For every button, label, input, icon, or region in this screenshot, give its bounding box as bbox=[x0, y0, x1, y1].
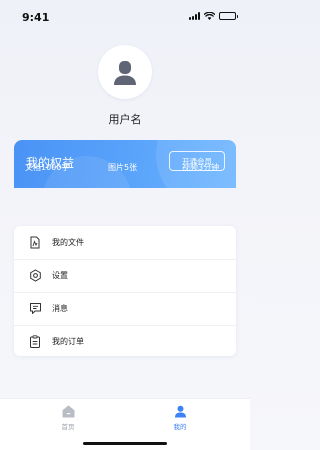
tab-profile[interactable]: 我的 bbox=[160, 405, 200, 437]
status-icons bbox=[189, 12, 238, 20]
menu-item-label: 设置 bbox=[52, 271, 68, 280]
home-icon bbox=[62, 405, 74, 418]
battery-icon bbox=[219, 12, 238, 20]
tab-profile-label: 我的 bbox=[173, 423, 187, 431]
message-icon bbox=[28, 302, 42, 316]
avatar[interactable] bbox=[98, 45, 152, 99]
order-icon bbox=[28, 335, 42, 349]
cellular-signal-icon bbox=[189, 12, 200, 20]
wifi-icon bbox=[204, 12, 215, 20]
user-silhouette-icon bbox=[114, 61, 136, 85]
tab-home[interactable]: 首页 bbox=[48, 405, 88, 437]
menu-item-label: 我的文件 bbox=[52, 238, 84, 247]
profile-icon bbox=[174, 405, 186, 418]
menu-item-label: 我的订单 bbox=[52, 337, 84, 346]
quota-documents: 文档1000字 bbox=[25, 163, 70, 172]
quota-videos: 视频3分钟 bbox=[182, 163, 220, 172]
status-bar: 9:41 bbox=[0, 0, 250, 34]
menu-item-label: 消息 bbox=[52, 304, 68, 313]
file-icon bbox=[28, 236, 42, 250]
menu-list: 我的文件 设置 消息 我的订单 bbox=[14, 226, 236, 356]
home-indicator bbox=[83, 442, 167, 445]
status-time: 9:41 bbox=[22, 11, 50, 24]
menu-item-my-orders[interactable]: 我的订单 bbox=[14, 325, 236, 358]
menu-item-settings[interactable]: 设置 bbox=[14, 259, 236, 292]
menu-item-messages[interactable]: 消息 bbox=[14, 292, 236, 325]
tab-home-label: 首页 bbox=[61, 423, 75, 431]
username[interactable]: 用户名 bbox=[0, 111, 250, 127]
profile-screen: 9:41 用户名 我的权益 开通会员 文档1000字 图片5张 视频3分钟 我的… bbox=[0, 0, 250, 450]
quota-images: 图片5张 bbox=[108, 163, 138, 172]
menu-item-my-files[interactable]: 我的文件 bbox=[14, 226, 236, 259]
settings-icon bbox=[28, 269, 42, 283]
